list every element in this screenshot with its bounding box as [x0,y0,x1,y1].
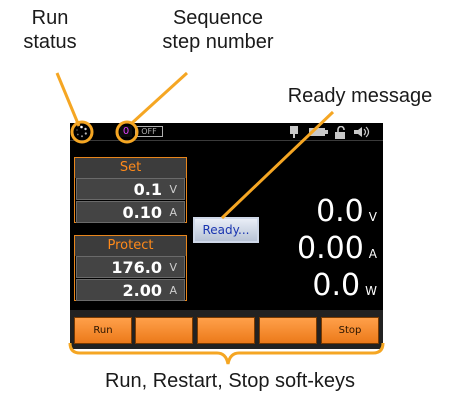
softkey-4-button[interactable] [259,317,317,344]
measured-power-value: 0.0 [312,268,361,303]
protect-current-field[interactable]: 2.00 A [76,279,185,301]
measured-voltage-unit: V [368,210,377,224]
set-current-unit: A [169,206,177,219]
lock-icon [335,126,345,139]
leader-sequence-step [130,71,189,125]
status-bar: 0 OFF [70,123,383,141]
protect-voltage-unit: V [169,261,177,274]
set-current-field[interactable]: 0.10 A [76,201,185,223]
set-voltage-field[interactable]: 0.1 V [76,178,185,200]
softkey-3-button[interactable] [197,317,255,344]
measured-power: 0.0 W [312,269,377,303]
softkey-stop-button[interactable]: Stop [321,317,379,344]
softkey-2-button[interactable] [135,317,193,344]
output-state-badge: OFF [135,126,163,137]
callout-ready-message: Ready message [287,85,433,107]
measured-current-unit: A [368,247,377,261]
set-voltage-unit: V [169,183,177,196]
ready-message: Ready... [193,217,259,243]
sequence-step-number: 0 [120,126,132,137]
run-status-icon [76,125,87,138]
callout-sequence-step-number: Sequence step number [162,7,274,53]
leader-run-status [55,72,81,127]
battery-icon [309,128,328,136]
protect-panel: Protect 176.0 V 2.00 A [74,235,187,301]
set-current-value: 0.10 [122,203,162,222]
measured-power-unit: W [365,284,377,298]
speaker-icon [354,126,370,138]
measured-current: 0.00 A [297,232,377,266]
protect-label: Protect [75,236,186,256]
device-screen: 0 OFF Set 0.1 V 0.10 A Protect 176.0 V 2… [70,123,383,349]
softkey-run-button[interactable]: Run [74,317,132,344]
callout-soft-keys: Run, Restart, Stop soft-keys [104,370,356,392]
softkey-bar: Run Stop [70,310,383,349]
protect-current-unit: A [169,284,177,297]
protect-voltage-value: 176.0 [111,258,162,277]
measured-voltage: 0.0 V [316,195,377,229]
callout-run-status: Run status [23,7,77,53]
protect-voltage-field[interactable]: 176.0 V [76,256,185,278]
set-panel: Set 0.1 V 0.10 A [74,157,187,223]
set-label: Set [75,158,186,178]
measured-voltage-value: 0.0 [316,194,364,229]
measured-current-value: 0.00 [296,231,364,266]
connector-icon [290,126,298,138]
protect-current-value: 2.00 [122,281,162,300]
set-voltage-value: 0.1 [133,180,162,199]
